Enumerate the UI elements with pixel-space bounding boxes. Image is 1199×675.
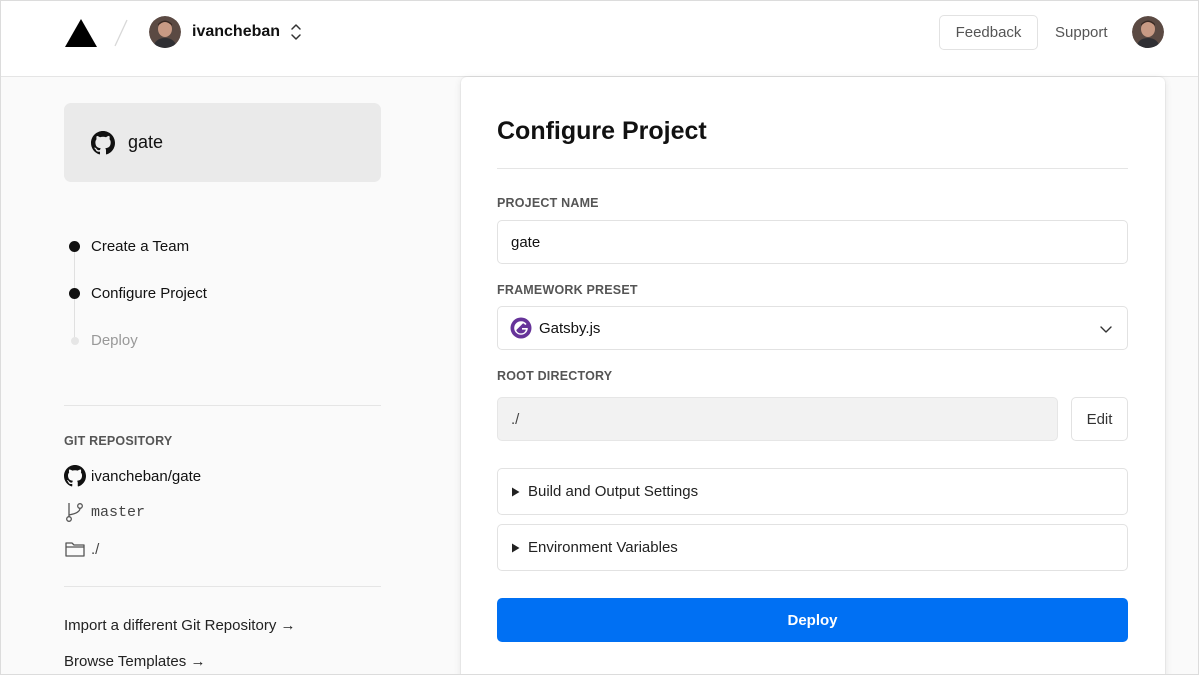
edit-root-button[interactable]: Edit bbox=[1071, 397, 1128, 441]
configure-project-card: Configure Project PROJECT NAME gate FRAM… bbox=[461, 77, 1165, 675]
title-divider bbox=[497, 168, 1128, 169]
step-dot-pending bbox=[71, 336, 79, 345]
framework-preset-value: Gatsby.js bbox=[539, 319, 601, 337]
team-name[interactable]: ivancheban bbox=[192, 23, 280, 41]
step-create-team: Create a Team bbox=[64, 238, 189, 255]
git-branch-icon bbox=[66, 503, 83, 522]
repo-card-name: gate bbox=[128, 132, 164, 152]
top-header: ivancheban Feedback Support bbox=[0, 0, 1199, 77]
feedback-button[interactable]: Feedback bbox=[939, 15, 1038, 50]
triangle-right-icon bbox=[512, 487, 520, 496]
chevron-up-down-icon[interactable] bbox=[289, 22, 303, 42]
sidebar-divider bbox=[64, 405, 381, 406]
git-branch-row: master bbox=[64, 501, 145, 523]
chevron-down-icon bbox=[1100, 326, 1112, 333]
triangle-right-icon bbox=[512, 543, 520, 552]
repo-card: gate bbox=[64, 103, 381, 182]
git-path-row: ./ bbox=[64, 538, 99, 560]
folder-icon bbox=[65, 542, 85, 557]
support-link[interactable]: Support bbox=[1055, 24, 1108, 41]
project-name-input[interactable]: gate bbox=[497, 220, 1128, 264]
step-configure-project: Configure Project bbox=[64, 285, 207, 302]
framework-preset-label: FRAMEWORK PRESET bbox=[497, 283, 638, 297]
page-title: Configure Project bbox=[497, 117, 707, 145]
step-deploy: Deploy bbox=[64, 332, 138, 349]
project-name-label: PROJECT NAME bbox=[497, 196, 599, 210]
git-repo-row: ivancheban/gate bbox=[64, 465, 201, 487]
environment-variables-label: Environment Variables bbox=[528, 539, 678, 556]
git-repo-name[interactable]: ivancheban/gate bbox=[91, 468, 201, 485]
root-directory-input: ./ bbox=[497, 397, 1058, 441]
step-label: Configure Project bbox=[91, 285, 207, 302]
git-repository-heading: GIT REPOSITORY bbox=[64, 434, 173, 448]
environment-variables-toggle[interactable]: Environment Variables bbox=[497, 524, 1128, 571]
breadcrumb-separator bbox=[114, 19, 128, 47]
build-output-settings-toggle[interactable]: Build and Output Settings bbox=[497, 468, 1128, 515]
step-dot-done bbox=[69, 241, 80, 252]
github-icon bbox=[64, 465, 86, 487]
git-branch-name: master bbox=[91, 503, 146, 521]
sidebar-divider bbox=[64, 586, 381, 587]
git-root-path: ./ bbox=[91, 540, 100, 558]
step-label: Create a Team bbox=[91, 238, 190, 255]
github-icon bbox=[91, 130, 115, 154]
import-repo-link[interactable]: Import a different Git Repository → bbox=[64, 617, 295, 634]
browse-templates-link[interactable]: Browse Templates → bbox=[64, 653, 205, 670]
vercel-logo-icon[interactable] bbox=[64, 18, 98, 48]
team-avatar[interactable] bbox=[149, 16, 181, 48]
user-avatar[interactable] bbox=[1132, 16, 1164, 48]
deploy-button[interactable]: Deploy bbox=[497, 598, 1128, 642]
step-label: Deploy bbox=[91, 332, 138, 349]
framework-preset-select[interactable]: Gatsby.js bbox=[497, 306, 1128, 350]
gatsby-icon bbox=[510, 317, 532, 339]
root-directory-label: ROOT DIRECTORY bbox=[497, 369, 613, 383]
step-dot-current bbox=[69, 288, 80, 299]
build-output-settings-label: Build and Output Settings bbox=[528, 483, 699, 500]
